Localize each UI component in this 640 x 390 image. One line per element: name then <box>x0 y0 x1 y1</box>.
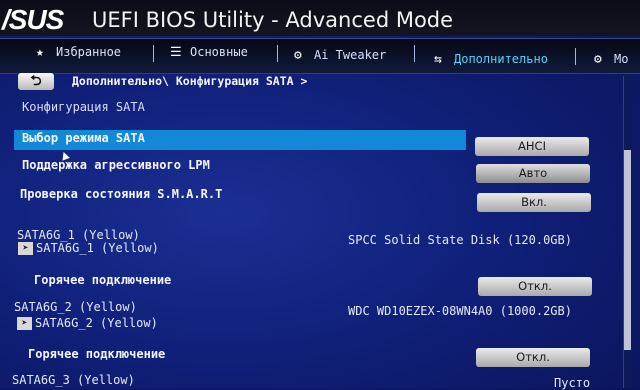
sata-mode-select[interactable]: AHCI <box>475 137 589 156</box>
port2-hotplug-label[interactable]: Горячее подключение <box>28 347 165 361</box>
tweaker-icon: ⚙ <box>294 48 302 63</box>
list-icon: ☰ <box>170 45 182 60</box>
tab-main[interactable]: ☰ Основные <box>170 45 248 60</box>
port1-submenu[interactable]: ➤ SATA6G_1 (Yellow) <box>18 241 159 255</box>
scrollbar-thumb[interactable] <box>624 150 631 350</box>
star-icon: ★ <box>36 45 44 60</box>
tab-monitor-label: Мо <box>614 52 629 66</box>
port1-hotplug-select[interactable]: Откл. <box>478 277 592 296</box>
port2-hotplug-select[interactable]: Откл. <box>476 348 590 367</box>
asus-logo: /SUS <box>2 4 64 35</box>
breadcrumb: Дополнительно\ Конфигурация SATA > <box>72 74 308 88</box>
port1-device: SPCC Solid State Disk (120.0GB) <box>348 233 572 247</box>
port2-device: WDC WD10EZEX-08WN4A0 (1000.2GB) <box>348 304 572 318</box>
submenu-arrow-icon: ➤ <box>17 317 32 330</box>
advanced-icon: ⇆ <box>434 52 442 67</box>
monitor-icon: ⚙ <box>594 52 602 67</box>
smart-select[interactable]: Вкл. <box>477 193 591 212</box>
port2-submenu[interactable]: ➤ SATA6G_2 (Yellow) <box>17 316 158 330</box>
page-title: UEFI BIOS Utility - Advanced Mode <box>92 8 454 32</box>
menu-divider <box>277 45 278 62</box>
tab-favorites-label: Избранное <box>56 45 122 59</box>
menu-divider <box>153 45 154 62</box>
lpm-select[interactable]: Авто <box>476 164 590 183</box>
port2-name: SATA6G_2 (Yellow) <box>14 300 137 314</box>
tab-favorites[interactable]: ★ Избранное <box>36 45 121 60</box>
submenu-arrow-icon: ➤ <box>18 242 33 255</box>
menu-divider <box>575 48 576 65</box>
tab-advanced[interactable]: ⇆ Дополнительно <box>434 52 548 67</box>
lpm-label[interactable]: Поддержка агрессивного LPM <box>22 158 210 172</box>
port1-submenu-label: SATA6G_1 (Yellow) <box>36 241 159 255</box>
tab-ai-tweaker[interactable]: ⚙ Ai Tweaker <box>294 48 386 63</box>
back-button[interactable]: ⮌ <box>18 73 54 90</box>
smart-label[interactable]: Проверка состояния S.M.A.R.T <box>20 187 222 201</box>
tab-monitor[interactable]: ⚙ Мо <box>594 52 628 67</box>
section-title: Конфигурация SATA <box>22 100 145 114</box>
tab-advanced-label: Дополнительно <box>454 52 548 66</box>
port1-name: SATA6G_1 (Yellow) <box>17 228 140 242</box>
tab-ai-tweaker-label: Ai Tweaker <box>314 48 387 62</box>
port1-hotplug-label[interactable]: Горячее подключение <box>34 273 171 287</box>
port2-submenu-label: SATA6G_2 (Yellow) <box>35 316 158 330</box>
tab-main-label: Основные <box>190 45 248 59</box>
port3-name: SATA6G_3 (Yellow) <box>12 373 135 387</box>
menu-divider <box>414 45 415 62</box>
sata-mode-label[interactable]: Выбор режима SATA <box>22 131 145 145</box>
